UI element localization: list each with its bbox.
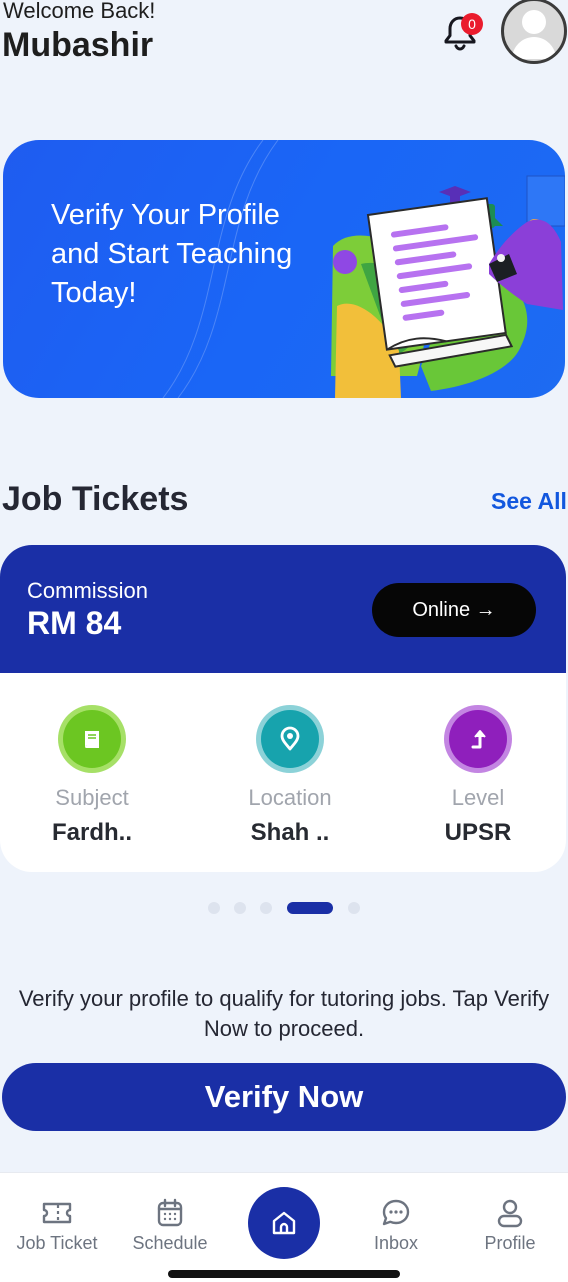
subject-label: Subject: [55, 785, 129, 810]
nav-schedule[interactable]: Schedule: [120, 1195, 220, 1254]
nav-inbox[interactable]: Inbox: [346, 1195, 446, 1254]
commission-label: Commission: [27, 578, 149, 603]
nav-job-ticket[interactable]: Job Ticket: [7, 1195, 107, 1254]
verify-now-button[interactable]: Verify Now: [2, 1063, 566, 1131]
location-pin-icon: [256, 705, 324, 773]
location-info: Location Shah ..: [210, 705, 370, 847]
nav-schedule-label: Schedule: [132, 1233, 208, 1253]
chat-icon: [382, 1199, 410, 1226]
see-all-link[interactable]: See All: [491, 488, 567, 515]
header: Welcome Back! Mubashir 0: [0, 0, 568, 80]
carousel-dot[interactable]: [260, 902, 272, 914]
job-card-header: Commission RM 84 Online →: [0, 545, 566, 673]
notification-badge: 0: [461, 13, 483, 35]
carousel-dot[interactable]: [208, 902, 220, 914]
nav-home[interactable]: [248, 1187, 320, 1259]
ticket-icon: [42, 1202, 72, 1224]
carousel-dot-active[interactable]: [287, 902, 333, 914]
subject-info: Subject Fardh..: [12, 705, 172, 847]
online-button[interactable]: Online →: [372, 583, 536, 637]
nav-profile[interactable]: Profile: [460, 1195, 560, 1254]
level-arrow-icon: [444, 705, 512, 773]
job-tickets-title: Job Tickets: [2, 480, 189, 518]
location-value: Shah ..: [250, 819, 330, 846]
job-ticket-card[interactable]: Commission RM 84 Online → Subject Fardh.…: [0, 545, 566, 872]
location-label: Location: [248, 785, 332, 810]
subject-value: Fardh..: [51, 819, 132, 846]
level-info: Level UPSR: [398, 705, 558, 847]
home-indicator: [168, 1270, 400, 1278]
carousel-dot[interactable]: [234, 902, 246, 914]
book-icon: [58, 705, 126, 773]
banner-text: Verify Your Profile and Start Teaching T…: [51, 199, 293, 309]
calendar-icon: [157, 1198, 183, 1227]
nav-job-ticket-label: Job Ticket: [16, 1233, 98, 1253]
verify-banner[interactable]: Verify Your Profile and Start Teaching T…: [3, 140, 565, 398]
level-value: UPSR: [444, 819, 512, 846]
carousel-dot[interactable]: [348, 902, 360, 914]
nav-inbox-label: Inbox: [373, 1233, 419, 1253]
welcome-text: Welcome Back!: [3, 0, 156, 23]
commission-value: RM 84: [27, 605, 122, 641]
user-avatar-icon[interactable]: [501, 0, 567, 64]
username: Mubashir: [2, 26, 154, 64]
home-icon: [272, 1211, 296, 1235]
bottom-navigation: Job Ticket Schedule Inbox Profile: [0, 1172, 568, 1282]
teaching-illustration: [331, 175, 565, 398]
profile-icon: [497, 1199, 523, 1228]
verify-message: Verify your profile to qualify for tutor…: [18, 986, 550, 1041]
nav-profile-label: Profile: [484, 1233, 536, 1253]
level-label: Level: [451, 785, 505, 810]
